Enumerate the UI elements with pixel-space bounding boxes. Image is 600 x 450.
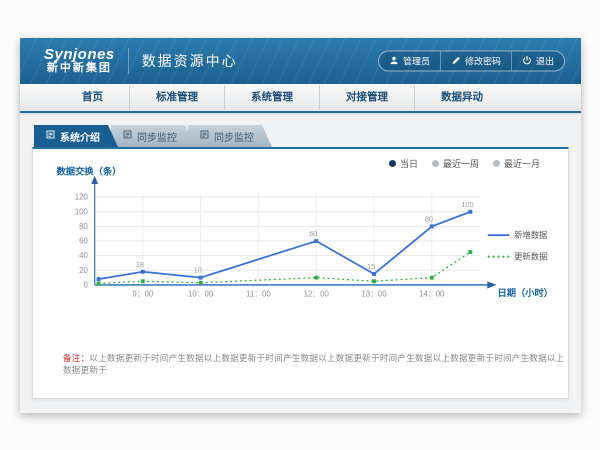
user-menu-item-2[interactable]: 退出 (511, 52, 564, 71)
chart-card: 当日 最近一周 最近一月 0 20 40 60 80 100 120 9：00 10：00 11：00… (32, 147, 569, 399)
svg-text:13：00: 13：00 (361, 290, 387, 299)
user-menu-item-1[interactable]: 修改密码 (440, 52, 511, 71)
nav-item-4[interactable]: 数据异动 (414, 85, 509, 110)
page-title: 数据资源中心 (142, 51, 238, 71)
radio-dot-icon (432, 160, 439, 167)
svg-text:10: 10 (194, 266, 202, 275)
svg-text:11：00: 11：00 (246, 290, 271, 299)
main-nav: 首页标准管理系统管理对接管理数据异动 (20, 84, 581, 113)
svg-text:新增数据: 新增数据 (514, 230, 547, 240)
user-icon (389, 55, 399, 67)
svg-text:40: 40 (79, 251, 88, 260)
svg-text:9：00: 9：00 (132, 290, 153, 299)
filter-1[interactable]: 最近一周 (432, 157, 479, 170)
brand-logo-wordmark: Synjones (44, 47, 115, 63)
tab-2[interactable]: 同步监控 (188, 125, 272, 147)
logout-icon (522, 55, 532, 67)
svg-text:更新数据: 更新数据 (514, 252, 547, 262)
footnote-label: 备注： (63, 353, 89, 363)
tab-0[interactable]: 系统介绍 (34, 125, 118, 147)
nav-item-3[interactable]: 对接管理 (319, 85, 414, 110)
tab-1[interactable]: 同步监控 (111, 125, 195, 147)
time-filter-group: 当日 最近一周 最近一月 (389, 157, 540, 170)
svg-text:20: 20 (79, 266, 88, 275)
filter-0[interactable]: 当日 (389, 157, 418, 170)
filter-2[interactable]: 最近一月 (493, 157, 540, 170)
header-divider (128, 48, 129, 74)
radio-dot-icon (389, 160, 396, 167)
svg-text:80: 80 (425, 215, 433, 224)
tab-doc-icon (123, 130, 132, 142)
svg-text:12：00: 12：00 (304, 290, 330, 299)
radio-dot-icon (493, 160, 500, 167)
svg-text:100: 100 (461, 200, 473, 209)
svg-text:120: 120 (75, 193, 89, 202)
page-background: Synjones 新中新集团 数据资源中心 管理员修改密码退出 首页标准管理系统… (0, 0, 600, 450)
nav-item-0[interactable]: 首页 (56, 85, 129, 110)
svg-text:10：00: 10：00 (188, 290, 214, 299)
user-menu-item-0[interactable]: 管理员 (379, 52, 440, 71)
edit-icon (451, 55, 461, 67)
user-menu: 管理员修改密码退出 (378, 51, 565, 72)
content-area: 系统介绍同步监控同步监控 当日最近一周最近一月 0204060801001209… (20, 113, 581, 413)
nav-item-2[interactable]: 系统管理 (224, 85, 319, 110)
footnote-text: 以上数据更新于时间产生数据以上数据更新于时间产生数据以上数据更新于时间产生数据以… (63, 353, 565, 375)
tab-doc-icon (200, 130, 209, 142)
app-header: Synjones 新中新集团 数据资源中心 管理员修改密码退出 (20, 38, 581, 84)
svg-text:80: 80 (79, 222, 88, 231)
svg-text:60: 60 (79, 237, 88, 246)
svg-text:数据交换（条）: 数据交换（条） (57, 166, 122, 177)
tab-bar: 系统介绍同步监控同步监控 (20, 113, 581, 147)
brand-logo-chinese: 新中新集团 (44, 63, 115, 75)
tab-doc-icon (46, 130, 55, 142)
brand-logo: Synjones 新中新集团 (44, 47, 115, 74)
svg-text:日期（小时）: 日期（小时） (498, 287, 554, 298)
svg-text:0: 0 (83, 280, 88, 289)
svg-text:60: 60 (309, 229, 317, 238)
svg-text:100: 100 (75, 207, 89, 216)
svg-text:18: 18 (136, 260, 144, 269)
nav-item-1[interactable]: 标准管理 (129, 85, 224, 110)
footnote: 备注：以上数据更新于时间产生数据以上数据更新于时间产生数据以上数据更新于时间产生… (63, 352, 568, 376)
app-window: Synjones 新中新集团 数据资源中心 管理员修改密码退出 首页标准管理系统… (20, 38, 581, 413)
svg-text:14：00: 14：00 (419, 290, 445, 299)
svg-text:15: 15 (367, 262, 375, 271)
line-chart: 0 20 40 60 80 100 120 9：00 10：00 11：00 12：00 13：00 1… (41, 163, 560, 348)
